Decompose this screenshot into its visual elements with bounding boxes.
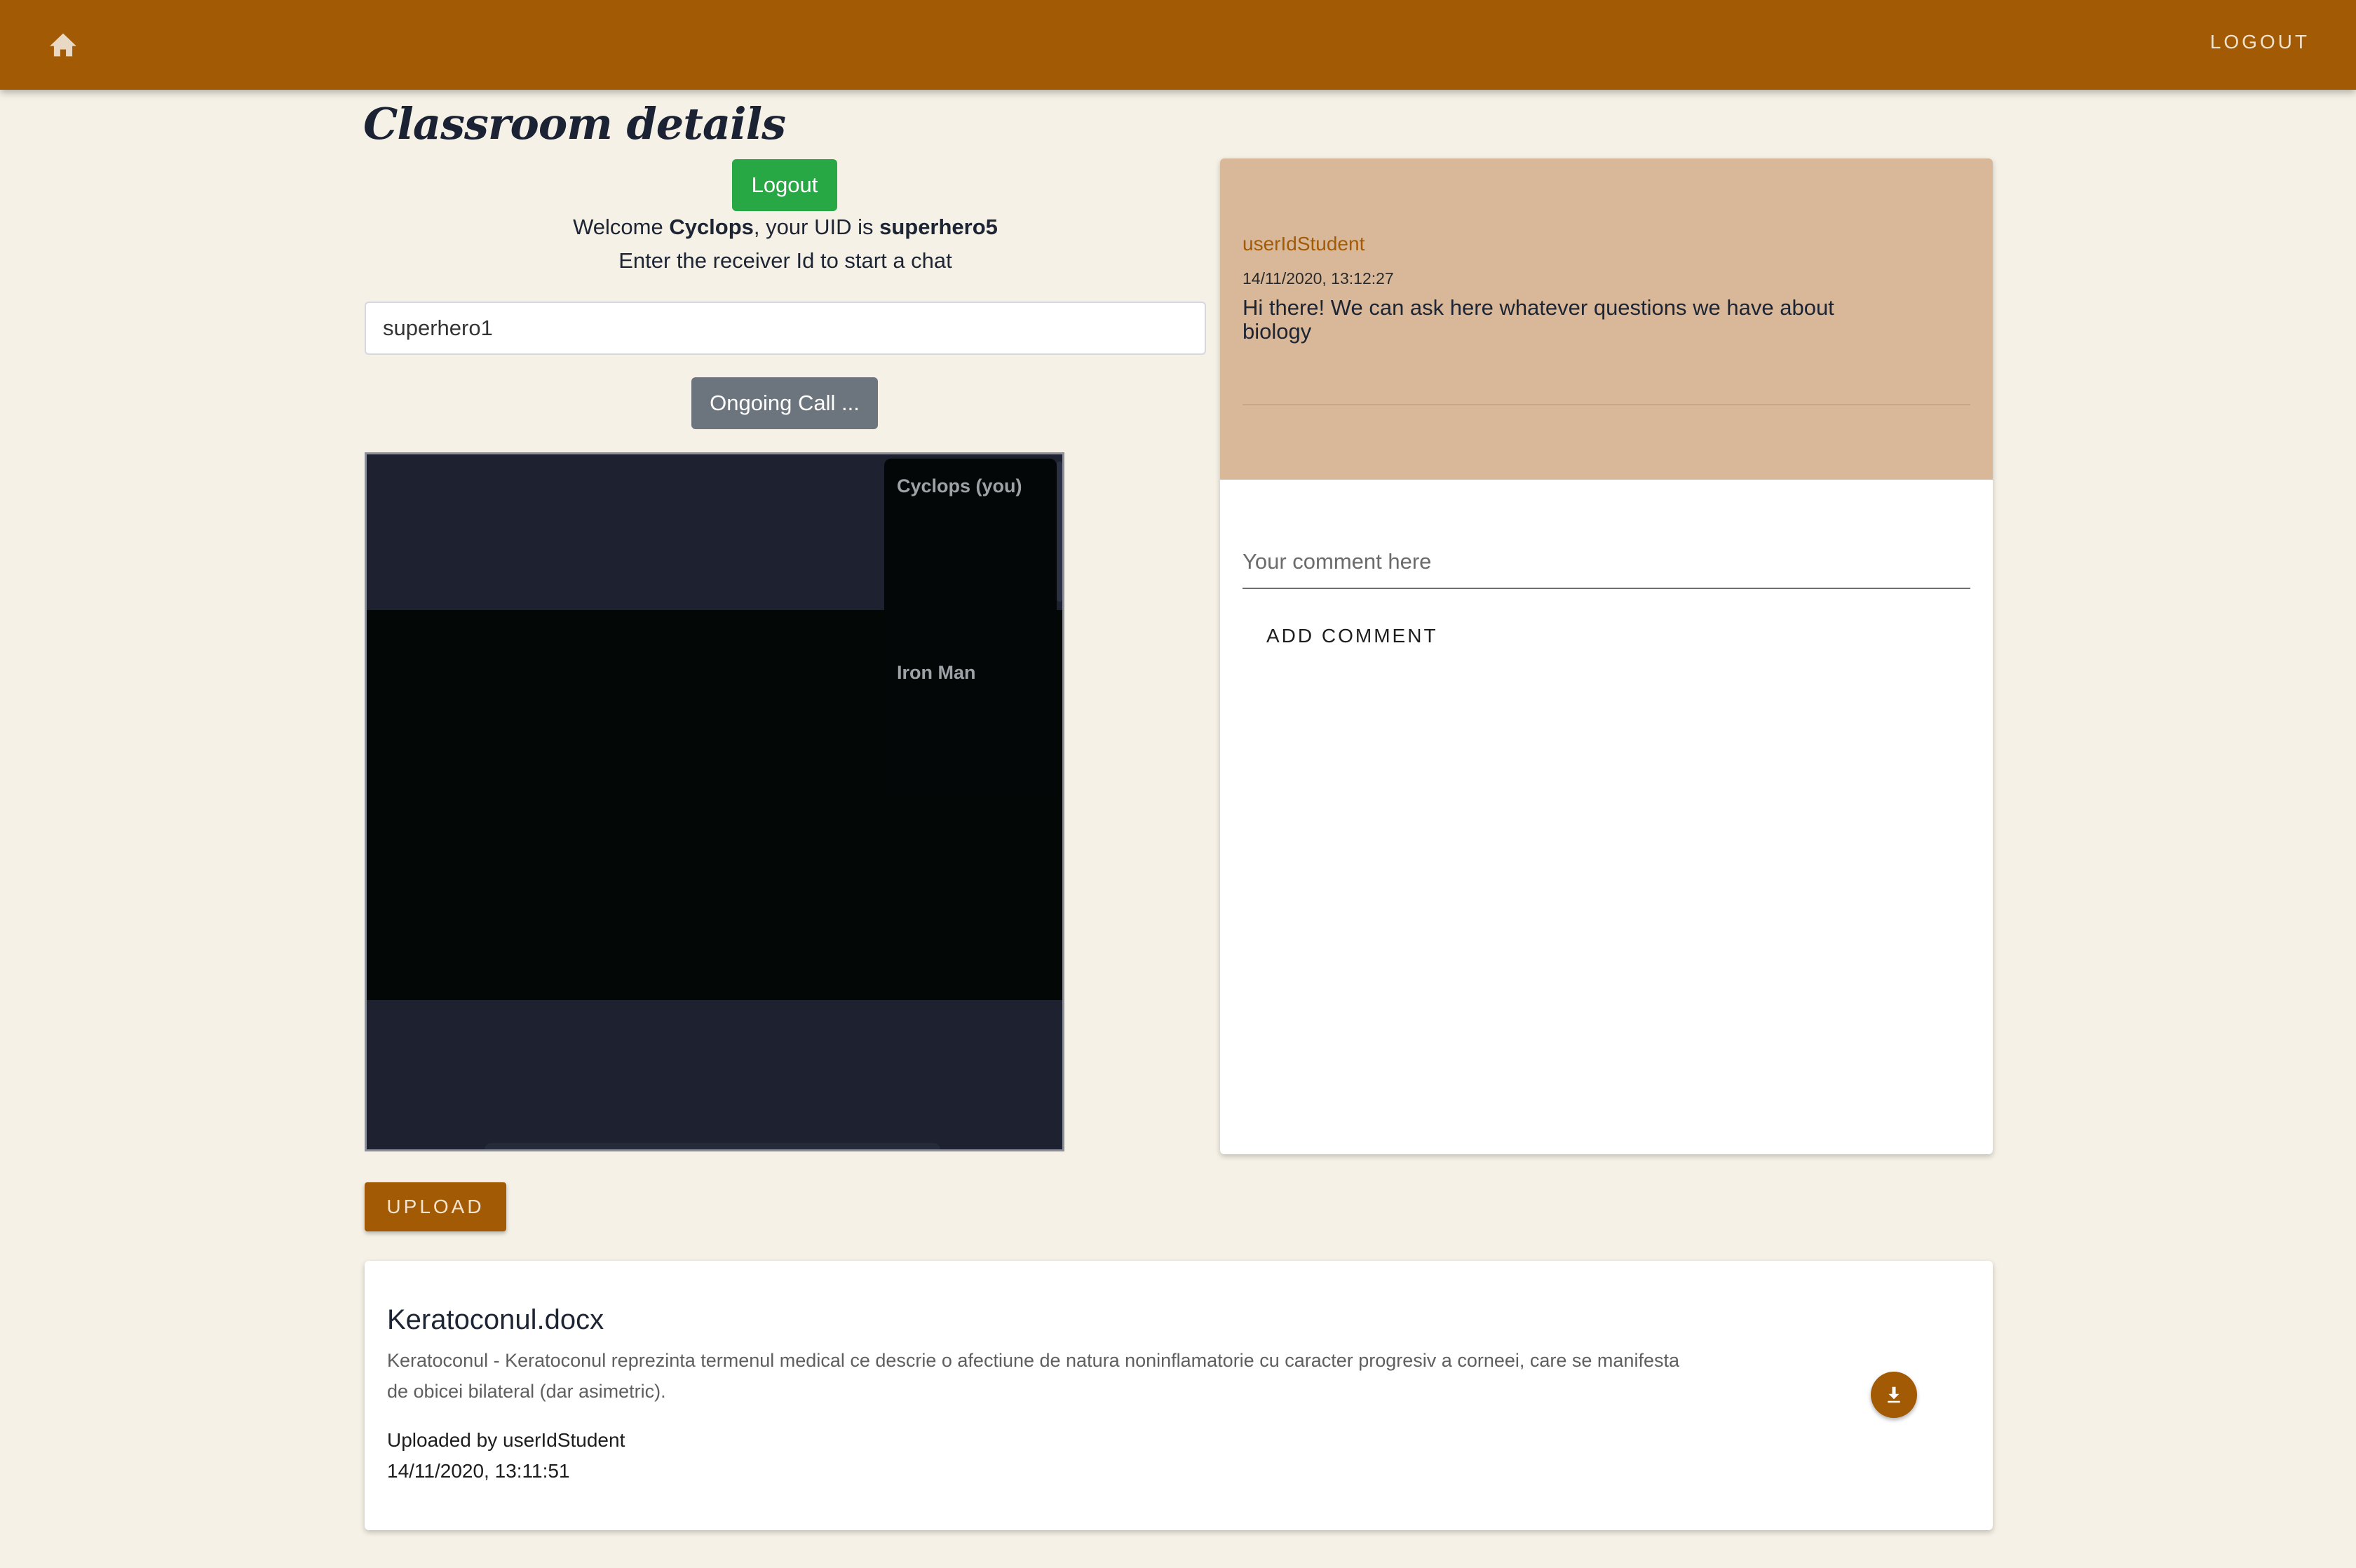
page-title: Classroom details [363, 98, 786, 149]
receiver-hint: Enter the receiver Id to start a chat [618, 248, 952, 273]
video-controls-bar [485, 1143, 940, 1149]
home-icon [50, 33, 76, 57]
ongoing-call-button[interactable]: Ongoing Call ... [691, 377, 878, 429]
remote-video-label: Iron Man [897, 662, 976, 683]
download-icon [1888, 1386, 1900, 1403]
welcome-prefix: Welcome [573, 215, 670, 239]
welcome-mid: , your UID is [753, 215, 880, 239]
welcome-message: Welcome Cyclops, your UID is superhero5 [365, 215, 1206, 240]
app-bar: LOGOUT [0, 0, 2356, 90]
add-comment-button[interactable]: ADD COMMENT [1257, 611, 1448, 661]
video-scrollbar[interactable] [1057, 461, 1062, 602]
message-text: Hi there! We can ask here whatever quest… [1243, 295, 1834, 344]
file-description: Keratoconul - Keratoconul reprezinta ter… [387, 1350, 1679, 1402]
file-name: Keratoconul.docx [387, 1304, 604, 1335]
video-call-area: Cyclops (you) Iron Man [365, 452, 1064, 1151]
appbar-logout-button[interactable]: LOGOUT [2210, 31, 2310, 53]
message-timestamp: 14/11/2020, 13:12:27 [1243, 269, 1394, 288]
file-uploader: Uploaded by userIdStudent [387, 1429, 625, 1451]
logout-button[interactable]: Logout [732, 159, 837, 211]
chat-panel: userIdStudent 14/11/2020, 13:12:27 Hi th… [1220, 158, 1993, 1154]
local-video-label: Cyclops (you) [897, 475, 1022, 496]
chat-messages: userIdStudent 14/11/2020, 13:12:27 Hi th… [1220, 158, 1993, 480]
local-video [884, 459, 1057, 795]
message-author: userIdStudent [1243, 233, 1365, 255]
file-card: Keratoconul.docx Keratoconul - Keratocon… [365, 1261, 1993, 1530]
home-button[interactable] [42, 24, 84, 66]
receiver-id-input[interactable] [365, 302, 1206, 355]
comment-input[interactable] [1243, 544, 1970, 579]
file-date: 14/11/2020, 13:11:51 [387, 1460, 570, 1482]
message-divider [1243, 404, 1970, 405]
user-uid: superhero5 [879, 215, 998, 239]
download-button[interactable] [1871, 1372, 1917, 1418]
upload-button[interactable]: UPLOAD [365, 1182, 506, 1231]
user-name: Cyclops [669, 215, 754, 239]
comment-field[interactable] [1243, 530, 1970, 589]
